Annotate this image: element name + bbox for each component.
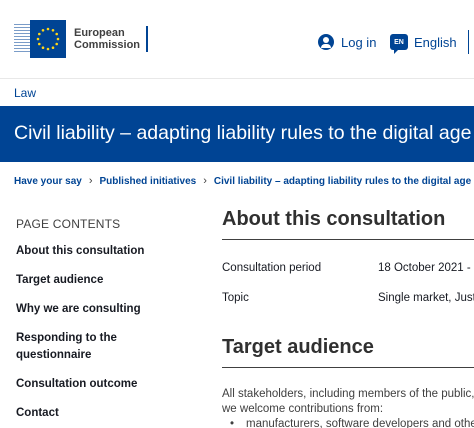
logo-line1: European (74, 27, 125, 39)
audience-text: All stakeholders, including members of t… (222, 387, 474, 417)
period-label: Consultation period (222, 262, 322, 274)
chevron-right-icon: › (88, 175, 93, 187)
bullet-text: manufacturers, software developers and o… (246, 418, 474, 428)
eu-flag-icon (14, 20, 66, 58)
logo-divider (146, 26, 149, 52)
page: European Commission Log in EN English La… (0, 0, 474, 428)
audience-line2: we welcome contributions from: (222, 403, 384, 415)
topic-value: Single market, Just (378, 292, 474, 304)
ec-logo[interactable]: European Commission (14, 20, 149, 58)
period-value: 18 October 2021 - (378, 262, 471, 274)
page-contents-title: PAGE CONTENTS (16, 217, 121, 231)
breadcrumb-item-published-initiatives[interactable]: Published initiatives (100, 176, 197, 187)
main-content: About this consultation Consultation per… (222, 208, 474, 428)
user-icon (318, 34, 334, 50)
heading-rule (222, 367, 474, 368)
logo-line2: Commission (74, 39, 141, 51)
title-banner: Civil liability – adapting liability rul… (0, 106, 474, 162)
breadcrumb: Have your say › Published initiatives › … (14, 175, 471, 187)
nav-item-why-consulting[interactable]: Why we are consulting (16, 301, 186, 318)
login-label: Log in (341, 34, 377, 50)
site-header: European Commission Log in EN English (0, 0, 474, 78)
page-contents-nav: PAGE CONTENTS About this consultation Ta… (16, 217, 186, 428)
header-edge-divider (468, 30, 469, 54)
audience-section: Target audience (222, 336, 474, 368)
law-link[interactable]: Law (14, 86, 36, 100)
speech-bubble-icon: EN (390, 34, 408, 54)
chevron-right-icon: › (203, 175, 207, 187)
page-title: Civil liability – adapting liability rul… (14, 122, 472, 144)
heading-rule (222, 239, 474, 240)
audience-line1: All stakeholders, including members of t… (222, 388, 474, 400)
language-label: English (414, 34, 457, 50)
nav-item-target-audience[interactable]: Target audience (16, 272, 186, 289)
breadcrumb-item-current[interactable]: Civil liability – adapting liability rul… (214, 176, 471, 187)
login-link[interactable]: Log in (318, 34, 376, 50)
audience-heading: Target audience (222, 336, 374, 358)
topic-label: Topic (222, 292, 249, 304)
about-heading: About this consultation (222, 208, 446, 230)
nav-item-contact[interactable]: Contact (16, 405, 186, 422)
nav-item-responding[interactable]: Responding to the questionnaire (16, 330, 186, 364)
logo-text: European Commission (74, 27, 140, 51)
list-item: manufacturers, software developers and o… (230, 418, 474, 428)
breadcrumb-item-have-your-say[interactable]: Have your say (14, 176, 82, 187)
nav-item-outcome[interactable]: Consultation outcome (16, 376, 186, 393)
language-selector[interactable]: EN English (390, 34, 457, 54)
nav-item-about[interactable]: About this consultation (16, 243, 186, 260)
section-bar: Law (0, 78, 474, 106)
